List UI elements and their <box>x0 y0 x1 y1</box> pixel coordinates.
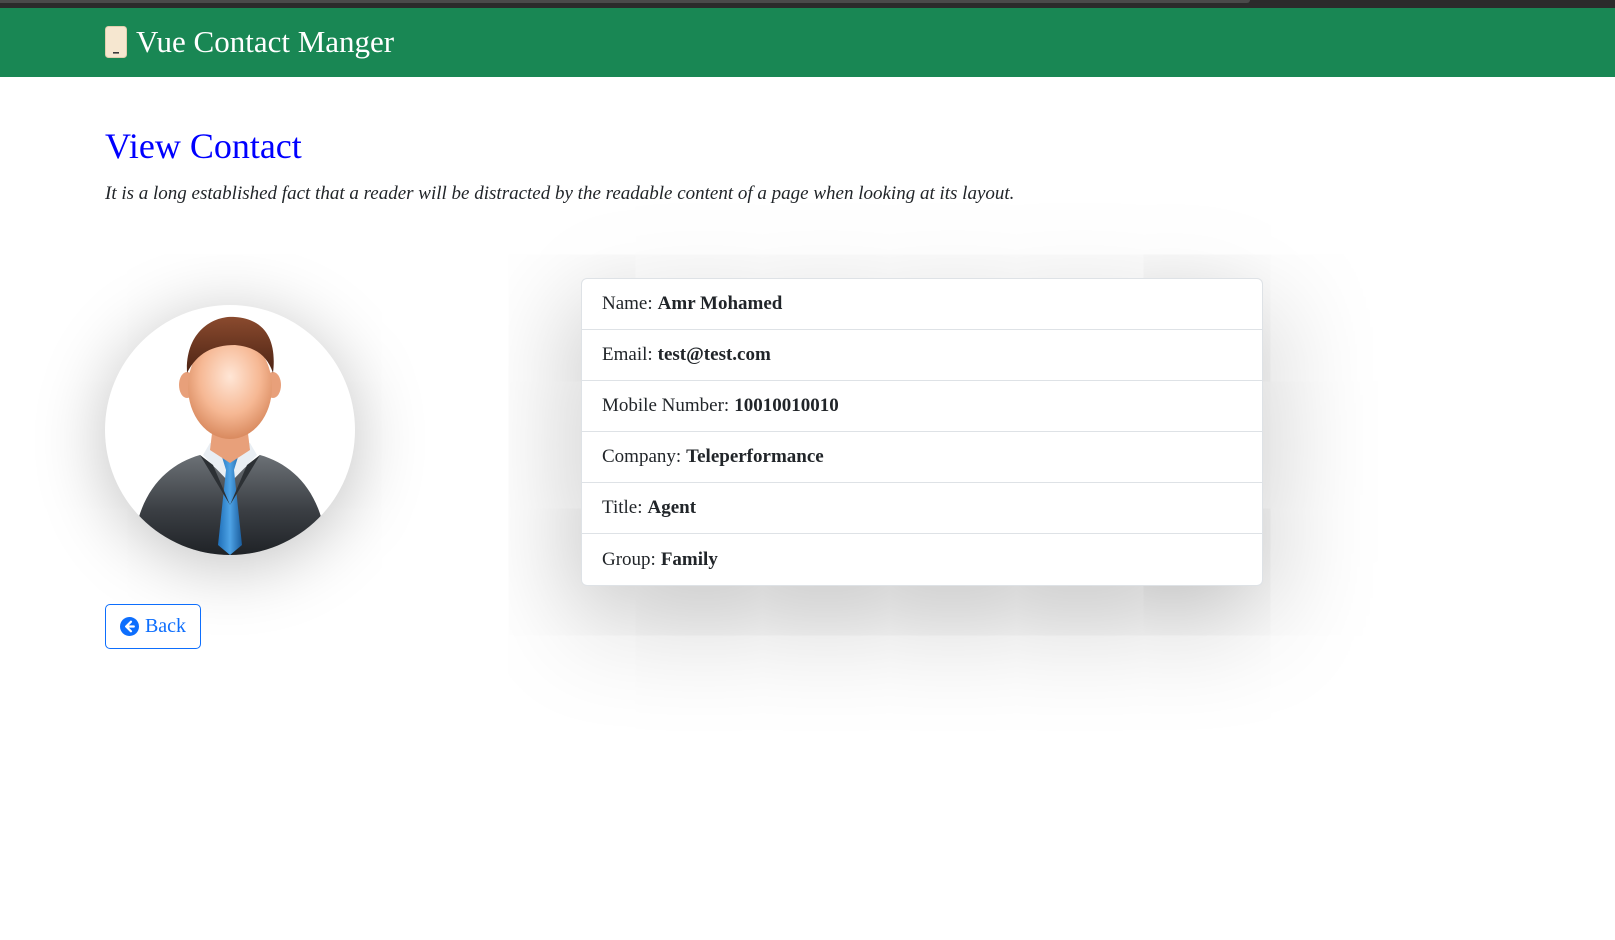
navbar: Vue Contact Manger <box>0 8 1615 77</box>
field-value: test@test.com <box>657 344 771 365</box>
field-value: Family <box>660 548 718 570</box>
contact-field-company: Company: Teleperformance <box>582 432 1262 483</box>
field-label: Group: <box>602 548 656 570</box>
businessman-avatar-icon <box>133 316 327 555</box>
field-value: Amr Mohamed <box>657 293 783 314</box>
field-value: Teleperformance <box>686 446 824 467</box>
contact-field-group: Group: Family <box>582 534 1262 585</box>
mobile-phone-icon <box>105 26 127 58</box>
contact-field-title: Title: Agent <box>582 483 1262 534</box>
contact-details-card: Name: Amr Mohamed Email: test@test.com M… <box>581 278 1263 586</box>
field-label: Mobile Number: <box>602 395 730 416</box>
contact-field-mobile: Mobile Number: 10010010010 <box>582 381 1262 432</box>
contact-field-email: Email: test@test.com <box>582 330 1262 381</box>
browser-tab-edge <box>0 0 1250 3</box>
brand-title: Vue Contact Manger <box>136 24 395 59</box>
navbar-brand[interactable]: Vue Contact Manger <box>105 25 394 59</box>
page-title: View Contact <box>105 126 302 166</box>
browser-top-strip <box>0 0 1615 8</box>
field-label: Email: <box>602 344 653 365</box>
page-description: It is a long established fact that a rea… <box>105 183 1015 204</box>
field-value: 10010010010 <box>734 395 839 416</box>
arrow-circle-left-icon <box>119 617 139 636</box>
field-label: Company: <box>602 446 682 467</box>
field-label: Title: <box>602 497 643 518</box>
contact-field-name: Name: Amr Mohamed <box>582 279 1262 330</box>
back-button[interactable]: Back <box>105 604 201 649</box>
back-button-label: Back <box>144 615 187 637</box>
field-value: Agent <box>647 497 697 518</box>
contact-avatar <box>105 305 355 555</box>
field-label: Name: <box>602 293 653 314</box>
